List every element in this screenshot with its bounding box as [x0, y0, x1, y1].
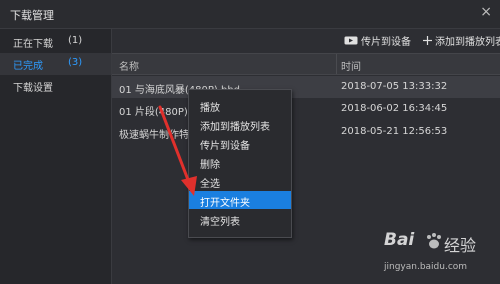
row-time: 2018-07-05 13:33:32 [341, 81, 448, 92]
column-header-time[interactable]: 时间 [341, 58, 361, 73]
sidebar-item-label: 已完成 [13, 61, 43, 72]
menu-item-cast-to-device[interactable]: 传片到设备 [189, 134, 291, 152]
table-row[interactable]: 01 片段(480P).b 2018-06-02 16:34:45 [112, 98, 500, 120]
cast-label: 传片到设备 [361, 37, 411, 48]
menu-item-add-to-playlist[interactable]: 添加到播放列表 [189, 115, 291, 133]
sidebar-item-completed[interactable]: 已完成 (3) [0, 53, 111, 75]
sidebar: 正在下载 (1) 已完成 (3) 下载设置 [0, 29, 112, 284]
menu-item-label: 传片到设备 [200, 141, 250, 152]
cast-icon [344, 36, 358, 48]
menu-item-play[interactable]: 播放 [189, 96, 291, 114]
add-to-playlist-button[interactable]: 添加到播放列表 [423, 33, 500, 48]
menu-item-label: 全选 [200, 179, 220, 190]
row-time: 2018-06-02 16:34:45 [341, 103, 448, 114]
menu-item-label: 清空列表 [200, 217, 240, 228]
row-time: 2018-05-21 12:56:53 [341, 126, 448, 137]
menu-item-select-all[interactable]: 全选 [189, 172, 291, 190]
row-name: 01 片段(480P).b [119, 107, 189, 118]
menu-item-label: 删除 [200, 160, 220, 171]
window-titlebar: 下载管理 × [0, 0, 500, 29]
context-menu: 播放 添加到播放列表 传片到设备 删除 全选 打开文件夹 清空列表 [188, 89, 292, 238]
sidebar-item-count: (1) [68, 35, 83, 46]
column-header-name[interactable]: 名称 [119, 58, 139, 73]
menu-item-clear-list[interactable]: 清空列表 [189, 210, 291, 228]
add-to-playlist-label: 添加到播放列表 [435, 37, 500, 48]
table-header: 名称 时间 [112, 53, 500, 75]
baidu-jingyan-watermark: Bai 经验 jingyan.baidu.com [384, 230, 496, 280]
sidebar-item-settings[interactable]: 下载设置 [0, 75, 111, 97]
close-icon[interactable]: × [480, 4, 492, 20]
plus-icon [423, 36, 432, 48]
watermark-url: jingyan.baidu.com [384, 262, 468, 272]
sidebar-item-label: 下载设置 [13, 83, 53, 94]
sidebar-item-count: (3) [68, 57, 83, 68]
row-name: 极速蜗牛制作特辑 [119, 130, 189, 141]
watermark-logo-suffix: 经验 [444, 236, 477, 255]
menu-item-label: 添加到播放列表 [200, 122, 270, 133]
menu-item-delete[interactable]: 删除 [189, 153, 291, 171]
paw-icon [426, 232, 442, 254]
menu-item-open-folder[interactable]: 打开文件夹 [189, 191, 291, 209]
menu-item-label: 播放 [200, 103, 220, 114]
window-title: 下载管理 [10, 9, 54, 22]
watermark-logo: Bai [384, 230, 415, 250]
table-row[interactable]: 极速蜗牛制作特辑 2018-05-21 12:56:53 [112, 121, 500, 143]
menu-item-label: 打开文件夹 [200, 198, 250, 209]
cast-to-device-button[interactable]: 传片到设备 [344, 33, 411, 48]
sidebar-item-downloading[interactable]: 正在下载 (1) [0, 31, 111, 53]
column-divider[interactable] [336, 54, 337, 74]
sidebar-item-label: 正在下载 [13, 39, 53, 50]
toolbar: 传片到设备 添加到播放列表 [112, 29, 500, 51]
table-row[interactable]: 01 与海底风暴(480P).bhd 2018-07-05 13:33:32 [112, 76, 500, 98]
